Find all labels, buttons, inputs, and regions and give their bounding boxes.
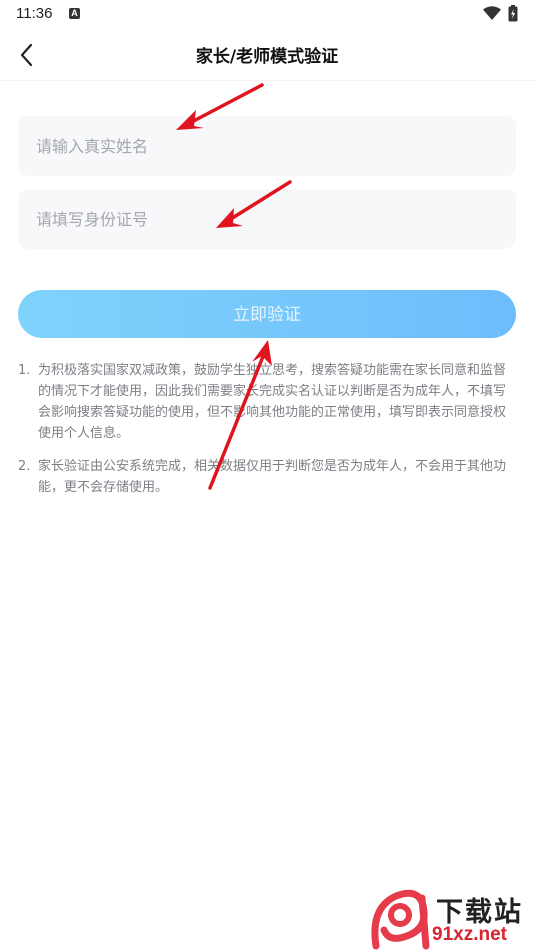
- notes-list: 1. 为积极落实国家双减政策，鼓励学生独立思考，搜索答疑功能需在家长同意和监督的…: [18, 360, 510, 510]
- note-text: 家长验证由公安系统完成，相关数据仅用于判断您是否为成年人，不会用于其他功能，更不…: [38, 459, 507, 495]
- note-text: 为积极落实国家双减政策，鼓励学生独立思考，搜索答疑功能需在家长同意和监督的情况下…: [38, 363, 507, 441]
- header-bar: 家长/老师模式验证: [0, 30, 534, 81]
- id-number-input[interactable]: [18, 189, 516, 249]
- note-number: 2.: [18, 459, 31, 474]
- status-bar: 11:36 A: [0, 0, 534, 30]
- watermark: 下载站 91xz.net: [366, 888, 534, 950]
- page: 11:36 A 家长/老师模式验证 立即验证 1. 为积极落实国家双减政策，鼓励…: [0, 0, 534, 950]
- wifi-icon: [483, 6, 501, 20]
- verify-now-button[interactable]: 立即验证: [18, 290, 516, 338]
- watermark-url: 91xz.net: [432, 924, 507, 945]
- real-name-input[interactable]: [18, 116, 516, 176]
- note-item: 1. 为积极落实国家双减政策，鼓励学生独立思考，搜索答疑功能需在家长同意和监督的…: [18, 360, 510, 444]
- page-title: 家长/老师模式验证: [195, 47, 339, 67]
- watermark-logo-icon: [371, 889, 430, 950]
- note-number: 1.: [18, 363, 31, 378]
- notification-a-icon: A: [69, 8, 80, 19]
- status-time: 11:36: [16, 5, 53, 22]
- battery-icon: [508, 5, 518, 22]
- note-item: 2. 家长验证由公安系统完成，相关数据仅用于判断您是否为成年人，不会用于其他功能…: [18, 456, 510, 498]
